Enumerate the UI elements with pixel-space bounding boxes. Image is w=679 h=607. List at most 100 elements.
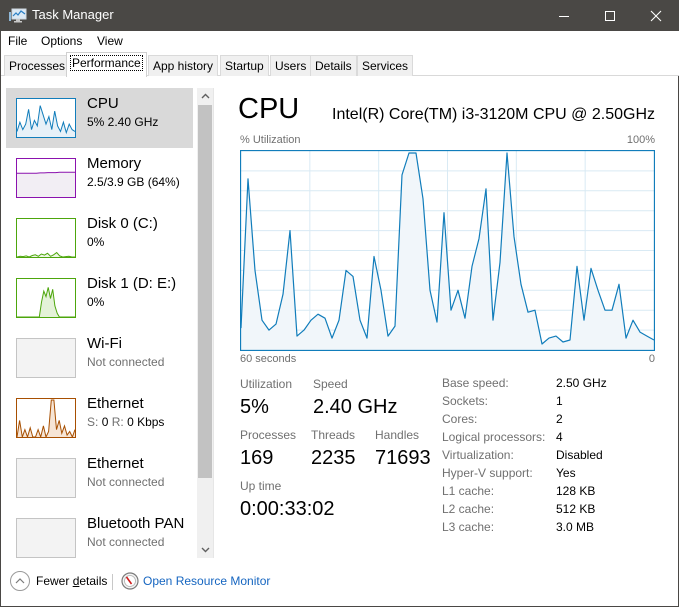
resource-name: Bluetooth PAN — [87, 515, 185, 532]
receive-label: R: — [111, 415, 124, 429]
menu-file[interactable]: File — [8, 34, 27, 48]
receive-value: 0 Kbps — [127, 415, 165, 429]
processes-label: Processes — [240, 428, 297, 442]
close-icon — [650, 10, 662, 21]
menu-options[interactable]: Options — [41, 34, 82, 48]
graph-y-max-label: 100% — [626, 134, 655, 146]
resource-item-ethernet-2[interactable]: Ethernet Not connected — [6, 448, 193, 508]
tab-label: Startup — [225, 59, 264, 73]
resource-item-disk-1[interactable]: Disk 1 (D: E:) 0% — [6, 268, 193, 328]
footer: Fewer details Open Resource Monitor — [1, 566, 679, 596]
tab-label: Users — [275, 59, 307, 73]
resource-item-ethernet[interactable]: Ethernet S: 0 R: 0 Kbps — [6, 388, 193, 448]
resource-status: 5% 2.40 GHz — [87, 115, 159, 129]
spec-label: Sockets: — [442, 394, 489, 408]
fewer-details-button[interactable] — [10, 571, 30, 591]
spec-value: 3.0 MB — [556, 520, 595, 534]
tab-startup[interactable]: Startup — [220, 55, 269, 76]
spec-value: 4 — [556, 430, 563, 444]
threads-value: 2235 — [311, 447, 356, 469]
task-manager-window: Task Manager File Options View Processes… — [0, 0, 679, 607]
scroll-down-button[interactable] — [197, 542, 213, 558]
minimize-icon — [559, 15, 569, 17]
resource-monitor-icon — [121, 572, 139, 590]
page-title: CPU — [238, 93, 300, 125]
spec-label: L2 cache: — [442, 502, 495, 516]
maximize-button[interactable] — [587, 0, 633, 31]
tab-label: Details — [315, 59, 352, 73]
tab-details[interactable]: Details — [310, 55, 357, 76]
disk-1-thumbnail-graph — [16, 278, 76, 318]
graph-x-right-label: 0 — [648, 353, 655, 365]
wifi-thumbnail-graph — [16, 338, 76, 378]
spec-label: Logical processors: — [442, 430, 546, 444]
tab-app-history[interactable]: App history — [148, 55, 219, 76]
tab-bar: Processes Performance App history Startu… — [1, 51, 679, 77]
spec-value: Yes — [556, 466, 576, 480]
resource-item-disk-0[interactable]: Disk 0 (C:) 0% — [6, 208, 193, 268]
resource-status: Not connected — [87, 535, 165, 549]
resource-name: Memory — [87, 155, 142, 172]
minimize-button[interactable] — [541, 0, 587, 31]
send-value: 0 — [101, 415, 109, 429]
uptime-label: Up time — [240, 479, 282, 493]
resource-list: CPU 5% 2.40 GHz Memory 2.5/3.9 GB (64%) … — [6, 88, 193, 558]
spec-label: Virtualization: — [442, 448, 514, 462]
graph-y-label: % Utilization — [240, 134, 301, 146]
handles-label: Handles — [375, 428, 420, 442]
task-manager-app-icon — [9, 8, 27, 23]
bluetooth-pan-thumbnail-graph — [16, 518, 76, 558]
fewer-details-link[interactable]: Fewer details — [36, 574, 107, 588]
tab-label: Services — [362, 59, 409, 73]
resource-status: Not connected — [87, 475, 165, 489]
resource-name: Disk 1 (D: E:) — [87, 275, 177, 292]
resource-status: 2.5/3.9 GB (64%) — [87, 175, 180, 189]
resource-name: Ethernet — [87, 455, 144, 472]
resource-status: 0% — [87, 295, 105, 309]
ethernet-2-thumbnail-graph — [16, 458, 76, 498]
tab-label: Performance — [70, 55, 143, 71]
spec-value: 2.50 GHz — [556, 376, 607, 390]
memory-thumb-fill — [17, 172, 75, 197]
tab-processes[interactable]: Processes — [4, 55, 71, 76]
tab-services[interactable]: Services — [357, 55, 414, 76]
speed-value: 2.40 GHz — [313, 396, 398, 418]
spec-label: Cores: — [442, 412, 478, 426]
footer-divider — [112, 574, 113, 590]
uptime-value: 0:00:33:02 — [240, 498, 335, 520]
chevron-up-circle-icon — [15, 578, 25, 584]
tab-users[interactable]: Users — [270, 55, 312, 76]
resource-item-memory[interactable]: Memory 2.5/3.9 GB (64%) — [6, 148, 193, 208]
title-bar: Task Manager — [1, 0, 679, 31]
resource-status: S: 0 R: 0 Kbps — [87, 415, 164, 429]
graph-x-left-label: 60 seconds — [240, 353, 297, 365]
tab-performance[interactable]: Performance — [66, 52, 147, 77]
close-button[interactable] — [633, 0, 679, 31]
spec-value: 128 KB — [556, 484, 596, 498]
menu-bar: File Options View — [1, 31, 679, 51]
open-resource-monitor-link[interactable]: Open Resource Monitor — [143, 574, 270, 588]
processes-value: 169 — [240, 447, 274, 469]
scroll-up-button[interactable] — [197, 88, 213, 104]
spec-label: L3 cache: — [442, 520, 495, 534]
ethernet-thumb-line — [17, 399, 75, 437]
resource-item-wifi[interactable]: Wi-Fi Not connected — [6, 328, 193, 388]
window-title: Task Manager — [32, 7, 114, 22]
speed-label: Speed — [313, 377, 348, 391]
resource-name: Disk 0 (C:) — [87, 215, 158, 232]
chevron-down-icon — [201, 547, 209, 553]
resource-name: Ethernet — [87, 395, 144, 412]
spec-label: L1 cache: — [442, 484, 495, 498]
menu-view[interactable]: View — [97, 34, 123, 48]
resource-item-bluetooth-pan[interactable]: Bluetooth PAN Not connected — [6, 508, 193, 558]
resource-item-cpu[interactable]: CPU 5% 2.40 GHz — [6, 88, 193, 148]
scroll-thumb[interactable] — [198, 105, 212, 478]
spec-value: Disabled — [556, 448, 603, 462]
pane-divider — [213, 88, 214, 558]
fewer-details-text: Fewer — [36, 574, 73, 588]
ethernet-thumbnail-graph — [16, 398, 76, 438]
tab-label: Processes — [9, 59, 66, 73]
resource-name: Wi-Fi — [87, 335, 122, 352]
maximize-icon — [605, 10, 615, 21]
resource-list-scrollbar[interactable] — [197, 88, 213, 558]
